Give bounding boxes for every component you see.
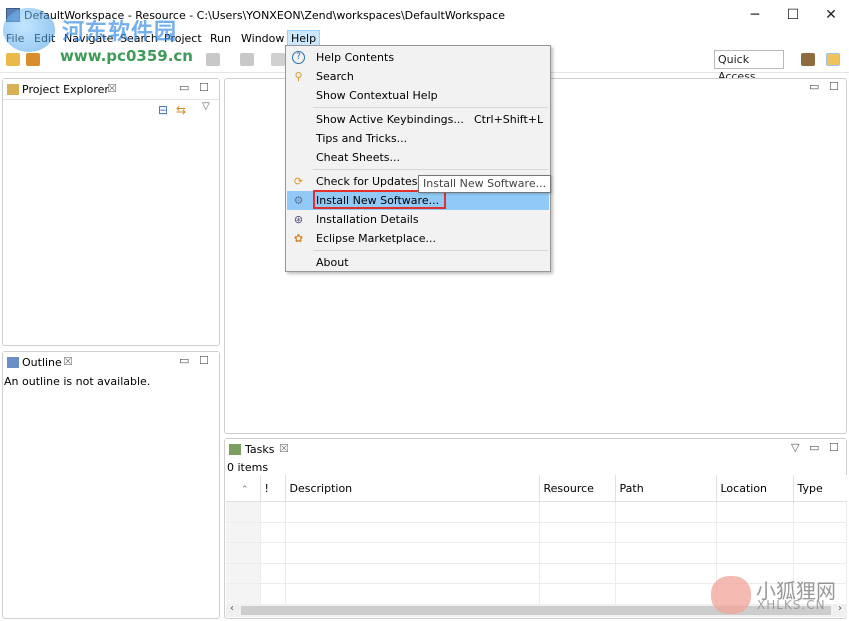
menu-item-label: Show Contextual Help bbox=[316, 89, 438, 102]
menu-window[interactable]: Window bbox=[238, 30, 287, 47]
menu-item-search[interactable]: ⚲ Search bbox=[287, 67, 549, 86]
column-header-sort[interactable]: ⌃ bbox=[226, 475, 261, 503]
table-header-row: ⌃ ! Description Resource Path Location T… bbox=[226, 475, 847, 503]
maximize-view-icon[interactable]: ☐ bbox=[829, 441, 839, 454]
tasks-icon bbox=[229, 444, 241, 455]
tasks-header: Tasks ☒ ▽ ▭ ☐ bbox=[225, 439, 846, 460]
menu-separator bbox=[313, 107, 548, 108]
details-icon: ⊛ bbox=[293, 213, 304, 226]
minimize-view-icon[interactable]: ▭ bbox=[179, 81, 189, 94]
menu-item-label: Check for Updates bbox=[316, 175, 418, 188]
view-menu-icon[interactable]: ▽ bbox=[202, 101, 210, 112]
link-editor-icon[interactable]: ⇆ bbox=[176, 103, 186, 117]
view-menu-icon[interactable]: ▽ bbox=[791, 441, 799, 454]
menu-item-label: Eclipse Marketplace... bbox=[316, 232, 436, 245]
menu-item-marketplace[interactable]: ✿ Eclipse Marketplace... bbox=[287, 229, 549, 248]
marketplace-icon: ✿ bbox=[293, 232, 304, 245]
search-icon: ⚲ bbox=[294, 70, 303, 83]
menu-item-shortcut: Ctrl+Shift+L bbox=[474, 113, 544, 126]
menu-item-label: Tips and Tricks... bbox=[316, 132, 408, 145]
menu-item-installation-details[interactable]: ⊛ Installation Details bbox=[287, 210, 549, 229]
back-icon[interactable] bbox=[271, 53, 285, 66]
close-icon[interactable]: ☒ bbox=[63, 355, 73, 368]
table-row bbox=[226, 563, 847, 585]
menu-item-keybindings[interactable]: Show Active Keybindings... Ctrl+Shift+L bbox=[287, 110, 549, 129]
column-header-resource[interactable]: Resource bbox=[539, 475, 616, 503]
menu-item-help-contents[interactable]: ? Help Contents bbox=[287, 48, 549, 67]
minimize-view-icon[interactable]: ▭ bbox=[179, 354, 189, 367]
outline-message: An outline is not available. bbox=[4, 375, 151, 388]
history-icon[interactable] bbox=[206, 53, 220, 66]
menu-item-cheat-sheets[interactable]: Cheat Sheets... bbox=[287, 148, 549, 167]
resource-perspective-icon[interactable] bbox=[826, 53, 840, 66]
menu-item-about[interactable]: About bbox=[287, 253, 549, 272]
column-header-type[interactable]: Type bbox=[793, 475, 847, 503]
menu-item-label: Show Active Keybindings... bbox=[316, 113, 464, 126]
table-row bbox=[226, 583, 847, 605]
help-menu: ? Help Contents ⚲ Search Show Contextual… bbox=[285, 45, 551, 272]
tooltip: Install New Software... bbox=[418, 175, 552, 193]
column-header-description[interactable]: Description bbox=[285, 475, 540, 503]
close-icon[interactable]: ☒ bbox=[279, 442, 289, 455]
maximize-view-icon[interactable]: ☐ bbox=[199, 81, 209, 94]
scroll-right-icon[interactable]: › bbox=[838, 603, 842, 614]
watermark-fox-url: XHLKS.CN bbox=[757, 598, 826, 612]
menu-item-label: About bbox=[316, 256, 349, 269]
column-header-path[interactable]: Path bbox=[615, 475, 717, 503]
open-folder-icon[interactable] bbox=[26, 53, 40, 66]
project-explorer-title[interactable]: Project Explorer bbox=[22, 83, 109, 96]
watermark-url: www.pc0359.cn bbox=[60, 47, 193, 65]
watermark-logo bbox=[3, 8, 55, 52]
sort-up-icon: ⌃ bbox=[240, 484, 249, 495]
project-explorer-icon bbox=[7, 84, 19, 95]
maximize-view-icon[interactable]: ☐ bbox=[199, 354, 209, 367]
scroll-left-icon[interactable]: ‹ bbox=[230, 603, 234, 614]
outline-header: Outline ☒ ▭ ☐ bbox=[3, 352, 219, 373]
close-icon[interactable]: ☒ bbox=[107, 82, 117, 95]
tasks-table: ⌃ ! Description Resource Path Location T… bbox=[226, 475, 847, 605]
project-explorer-panel: Project Explorer ☒ ▭ ☐ ⊟ ⇆ ▽ bbox=[2, 78, 220, 346]
menu-item-contextual-help[interactable]: Show Contextual Help bbox=[287, 86, 549, 105]
menu-separator bbox=[313, 169, 548, 170]
new-file-icon[interactable] bbox=[6, 53, 20, 66]
menu-item-tips[interactable]: Tips and Tricks... bbox=[287, 129, 549, 148]
help-contents-icon: ? bbox=[292, 51, 305, 64]
table-row bbox=[226, 542, 847, 564]
outline-title[interactable]: Outline bbox=[22, 356, 62, 369]
updates-icon: ⟳ bbox=[293, 175, 304, 188]
menu-item-label: Installation Details bbox=[316, 213, 419, 226]
outline-panel: Outline ☒ ▭ ☐ An outline is not availabl… bbox=[2, 351, 220, 619]
minimize-editor-icon[interactable]: ▭ bbox=[809, 80, 819, 93]
outline-icon bbox=[7, 357, 19, 368]
project-explorer-header: Project Explorer ☒ ▭ ☐ bbox=[3, 79, 219, 100]
maximize-button[interactable]: ☐ bbox=[774, 4, 812, 26]
column-header-location[interactable]: Location bbox=[716, 475, 794, 503]
next-annotation-icon[interactable] bbox=[240, 53, 254, 66]
fox-logo bbox=[711, 576, 751, 614]
menu-item-label: Cheat Sheets... bbox=[316, 151, 400, 164]
quick-access-input[interactable]: Quick Access bbox=[714, 50, 784, 83]
install-icon: ⚙ bbox=[293, 194, 304, 207]
tasks-count: 0 items bbox=[227, 461, 269, 474]
close-button[interactable]: ✕ bbox=[812, 4, 849, 26]
menu-item-label: Search bbox=[316, 70, 354, 83]
menu-run[interactable]: Run bbox=[207, 30, 234, 47]
open-perspective-icon[interactable] bbox=[801, 53, 815, 66]
table-row bbox=[226, 501, 847, 523]
menu-item-label: Help Contents bbox=[316, 51, 395, 64]
collapse-all-icon[interactable]: ⊟ bbox=[158, 103, 168, 117]
column-header-priority[interactable]: ! bbox=[260, 475, 286, 503]
maximize-editor-icon[interactable]: ☐ bbox=[829, 80, 839, 93]
minimize-view-icon[interactable]: ▭ bbox=[809, 441, 819, 454]
table-row bbox=[226, 522, 847, 544]
menu-separator bbox=[313, 250, 548, 251]
watermark-text: 河东软件园 bbox=[62, 20, 178, 45]
tasks-title[interactable]: Tasks bbox=[245, 443, 274, 456]
minimize-button[interactable]: ─ bbox=[736, 4, 774, 26]
